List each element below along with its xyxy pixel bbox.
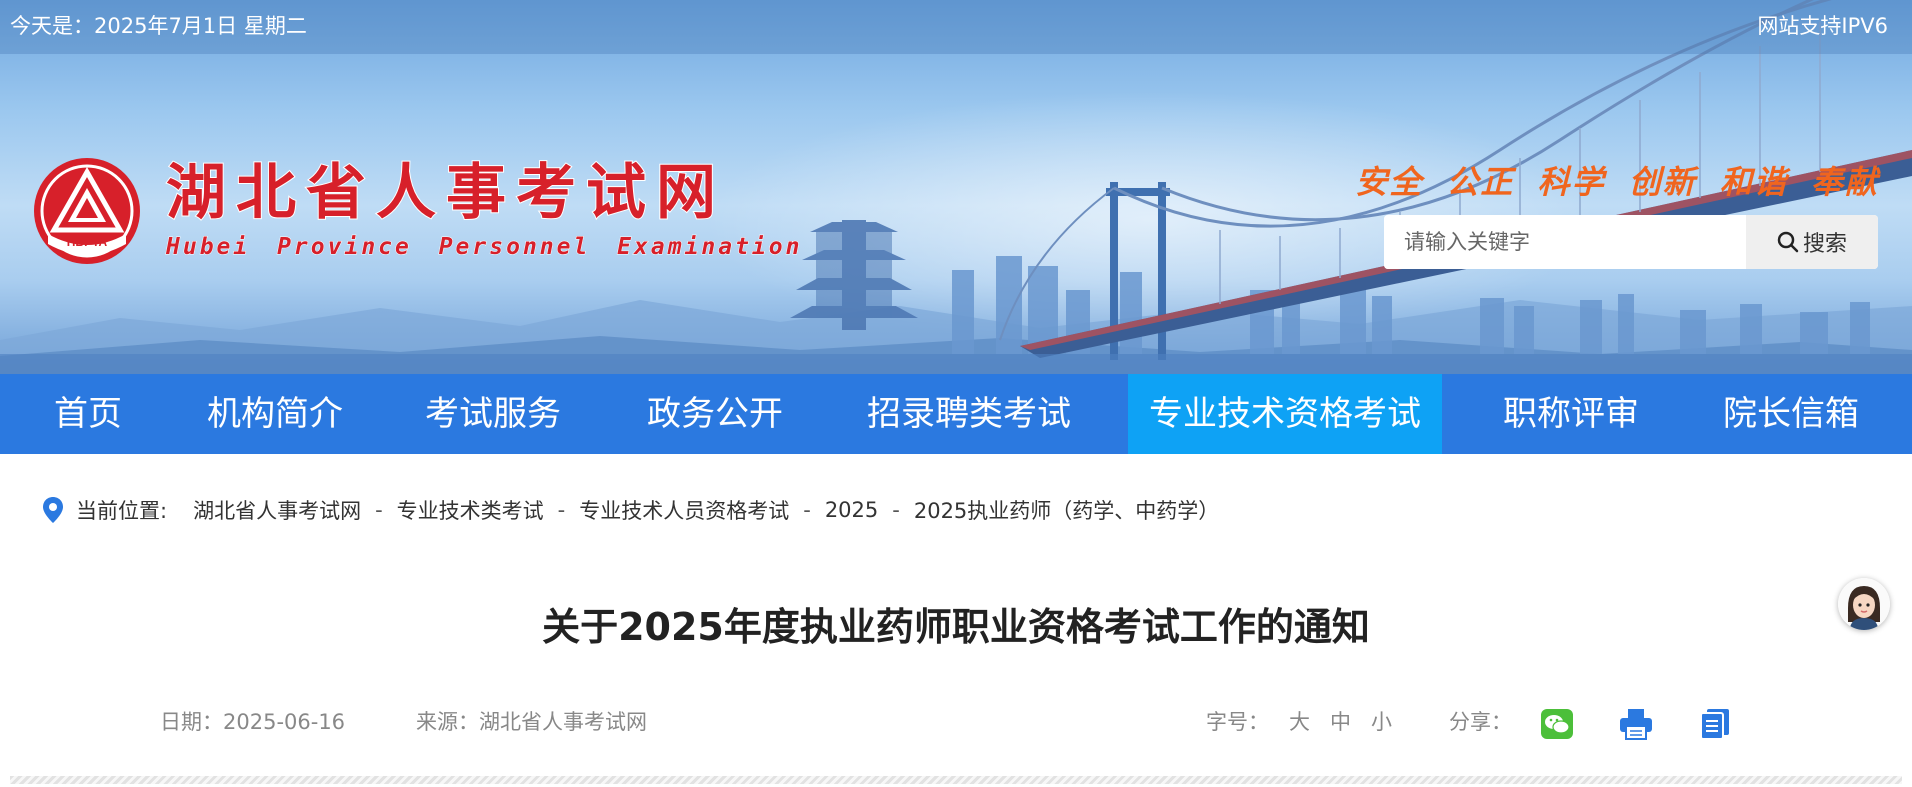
article-date: 日期：2025-06-16 xyxy=(160,710,346,734)
site-title[interactable]: 湖北省人事考试网 xyxy=(165,157,726,229)
nav-item-about[interactable]: 机构简介 xyxy=(176,374,374,454)
font-size-large[interactable]: 大 xyxy=(1289,706,1310,736)
search-button[interactable]: 搜索 xyxy=(1746,215,1878,269)
share-label: 分享： xyxy=(1449,710,1512,734)
breadcrumb-separator: - xyxy=(892,498,900,522)
breadcrumb-label: 当前位置: xyxy=(76,499,168,523)
nav-item-home[interactable]: 首页 xyxy=(0,374,176,454)
breadcrumb-item-pharmacist[interactable]: 2025执业药师（药学、中药学） xyxy=(914,495,1219,525)
slogan-word: 科学 xyxy=(1537,163,1606,201)
nav-item-recruit-exam[interactable]: 招录聘类考试 xyxy=(846,374,1092,454)
breadcrumb-item-professional-qualification[interactable]: 专业技术人员资格考试 xyxy=(579,495,789,525)
print-icon[interactable] xyxy=(1619,708,1653,740)
content-divider xyxy=(10,776,1902,784)
slogan: 安全 公正 科学 创新 和谐 奉献 xyxy=(1345,157,1879,203)
nav-item-professional-exam[interactable]: 专业技术资格考试 xyxy=(1128,374,1442,454)
breadcrumb-separator: - xyxy=(375,498,383,522)
breadcrumb: 当前位置: 湖北省人事考试网 - 专业技术类考试 - 专业技术人员资格考试 - … xyxy=(42,492,1219,528)
breadcrumb-item-professional-category[interactable]: 专业技术类考试 xyxy=(397,495,544,525)
breadcrumb-item-home[interactable]: 湖北省人事考试网 xyxy=(193,495,361,525)
article-title: 关于2025年度执业药师职业资格考试工作的通知 xyxy=(542,605,1370,649)
current-date: 今天是：2025年7月1日 星期二 xyxy=(10,14,307,38)
font-size-label: 字号： xyxy=(1206,710,1269,734)
slogan-word: 公正 xyxy=(1446,163,1515,201)
breadcrumb-separator: - xyxy=(557,498,566,522)
search-button-label: 搜索 xyxy=(1802,232,1847,257)
font-size-control: 字号： 大 中 小 xyxy=(1206,706,1392,736)
ipv6-support: 网站支持IPV6 xyxy=(1757,14,1888,38)
slogan-word: 和谐 xyxy=(1719,163,1788,201)
nav-item-gov-affairs[interactable]: 政务公开 xyxy=(610,374,820,454)
breadcrumb-separator: - xyxy=(803,498,811,522)
search-box: 搜索 xyxy=(1384,215,1878,269)
assistant-button[interactable] xyxy=(1838,578,1890,630)
nav-item-exam-service[interactable]: 考试服务 xyxy=(386,374,600,454)
font-size-medium[interactable]: 中 xyxy=(1330,706,1351,736)
slogan-word: 安全 xyxy=(1355,163,1424,201)
logo-text: HBPTA xyxy=(67,235,108,249)
main-nav: 首页 机构简介 考试服务 政务公开 招录聘类考试 专业技术资格考试 职称评审 院… xyxy=(0,374,1912,454)
header-banner: 今天是：2025年7月1日 星期二 网站支持IPV6 HBPTA 湖北省人事考试… xyxy=(0,0,1912,374)
top-bar: 今天是：2025年7月1日 星期二 网站支持IPV6 xyxy=(0,0,1912,54)
assistant-avatar-icon xyxy=(1838,578,1890,630)
hbpta-logo-icon[interactable]: HBPTA xyxy=(32,156,142,266)
site-title-en: Hubei Province Personnel Examination xyxy=(166,234,803,261)
nav-item-title-review[interactable]: 职称评审 xyxy=(1466,374,1676,454)
search-input[interactable] xyxy=(1384,215,1746,269)
article-source: 来源：湖北省人事考试网 xyxy=(416,710,647,734)
location-pin-icon xyxy=(43,497,63,523)
copy-icon[interactable] xyxy=(1698,708,1732,740)
slogan-word: 奉献 xyxy=(1810,163,1879,201)
slogan-word: 创新 xyxy=(1628,163,1697,201)
nav-item-mailbox[interactable]: 院长信箱 xyxy=(1700,374,1882,454)
wechat-icon[interactable] xyxy=(1540,708,1574,740)
font-size-small[interactable]: 小 xyxy=(1371,706,1392,736)
breadcrumb-item-year[interactable]: 2025 xyxy=(825,498,878,522)
search-icon xyxy=(1777,231,1799,253)
